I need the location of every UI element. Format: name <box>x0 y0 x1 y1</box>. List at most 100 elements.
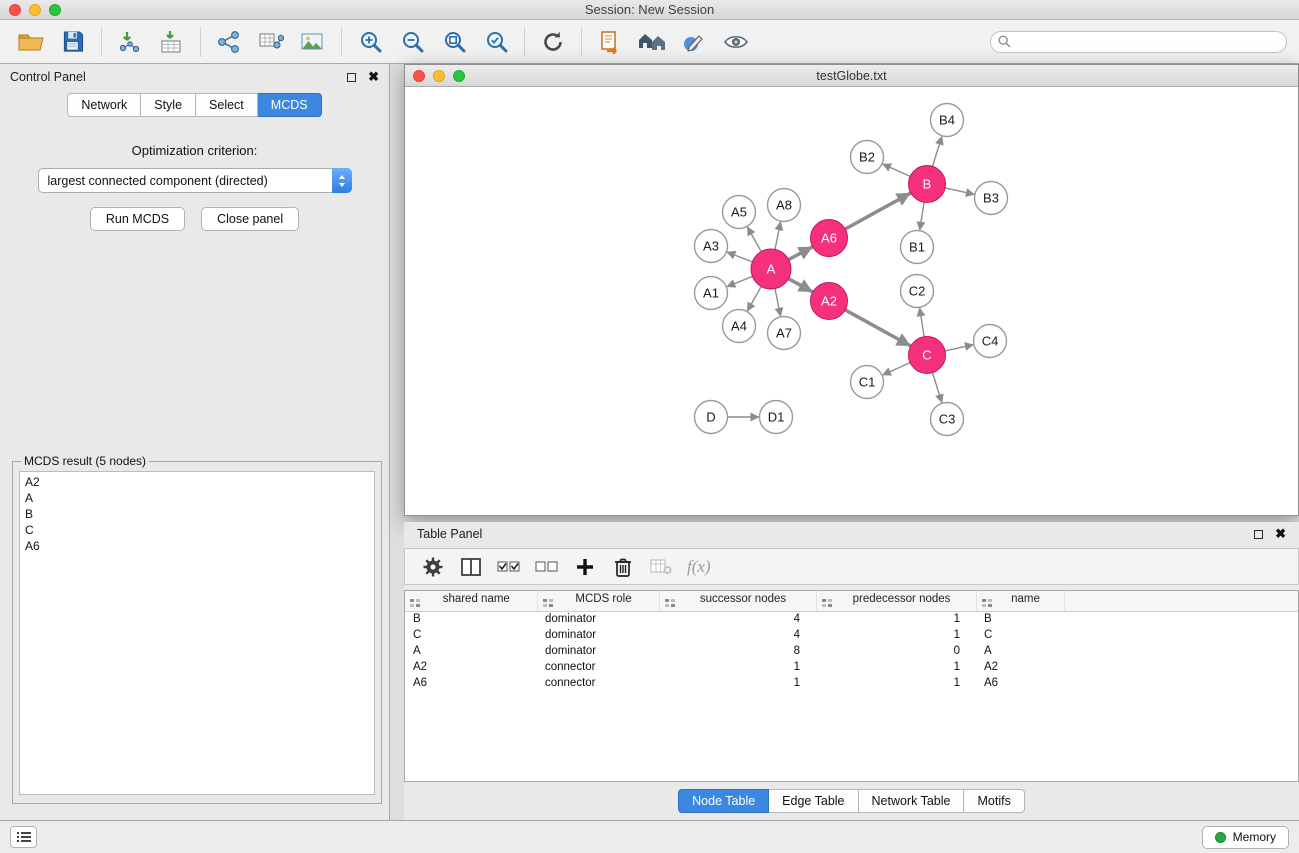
table-row[interactable]: Bdominator41B <box>405 611 1298 627</box>
tab-network-table[interactable]: Network Table <box>859 789 965 813</box>
edge-B-B4[interactable] <box>933 136 943 167</box>
node-C1[interactable]: C1 <box>851 366 884 399</box>
import-table-button[interactable] <box>151 23 193 61</box>
column-header-name[interactable]: name <box>976 591 1064 611</box>
deselect-all-button[interactable] <box>531 552 563 582</box>
import-network-button[interactable] <box>109 23 151 61</box>
edge-C-C4[interactable] <box>945 345 974 351</box>
node-B[interactable]: B <box>909 166 946 203</box>
run-mcds-button[interactable]: Run MCDS <box>90 207 185 231</box>
mcds-result-item[interactable]: B <box>25 506 369 522</box>
node-C[interactable]: C <box>909 337 946 374</box>
tab-network[interactable]: Network <box>67 93 141 117</box>
apply-layout-button[interactable] <box>532 23 574 61</box>
column-header-MCDS-role[interactable]: MCDS role <box>537 591 659 611</box>
tab-mcds[interactable]: MCDS <box>258 93 322 117</box>
new-network-button[interactable] <box>208 23 250 61</box>
search-input[interactable] <box>990 31 1287 53</box>
edge-A-A4[interactable] <box>747 286 761 311</box>
mcds-result-list[interactable]: A2ABCA6 <box>19 471 375 795</box>
tab-node-table[interactable]: Node Table <box>678 789 769 813</box>
mcds-result-item[interactable]: A6 <box>25 538 369 554</box>
edge-A-A2[interactable] <box>789 279 813 292</box>
add-column-button[interactable] <box>569 552 601 582</box>
dropdown-stepper[interactable] <box>332 168 352 193</box>
zoom-selected-button[interactable] <box>475 23 517 61</box>
node-A4[interactable]: A4 <box>723 310 756 343</box>
node-C4[interactable]: C4 <box>974 325 1007 358</box>
close-network-window-button[interactable] <box>413 70 425 82</box>
optimization-criterion-select[interactable]: largest connected component (directed) <box>38 168 352 193</box>
column-header-predecessor-nodes[interactable]: predecessor nodes <box>816 591 976 611</box>
table-row[interactable]: A2connector11A2 <box>405 659 1298 675</box>
zoom-out-button[interactable] <box>391 23 433 61</box>
node-B3[interactable]: B3 <box>975 182 1008 215</box>
edge-C-C1[interactable] <box>882 363 910 376</box>
home-button[interactable] <box>631 23 673 61</box>
minimize-window-button[interactable] <box>29 4 41 16</box>
node-D1[interactable]: D1 <box>760 401 793 434</box>
edge-A-A8[interactable] <box>775 221 781 249</box>
select-all-button[interactable] <box>493 552 525 582</box>
node-A[interactable]: A <box>751 249 791 289</box>
table-row[interactable]: Cdominator41C <box>405 627 1298 643</box>
node-C2[interactable]: C2 <box>901 275 934 308</box>
node-A7[interactable]: A7 <box>768 317 801 350</box>
show-columns-button[interactable] <box>455 552 487 582</box>
tab-select[interactable]: Select <box>196 93 258 117</box>
function-builder-button[interactable]: f(x) <box>687 557 711 577</box>
network-from-table-button[interactable] <box>250 23 292 61</box>
edge-B-B1[interactable] <box>920 202 925 230</box>
edge-C-C3[interactable] <box>933 373 943 404</box>
memory-button[interactable]: Memory <box>1202 826 1289 849</box>
edge-A-A5[interactable] <box>747 226 761 251</box>
task-history-button[interactable] <box>10 826 37 848</box>
annotation-mode-button[interactable] <box>673 23 715 61</box>
open-session-button[interactable] <box>10 23 52 61</box>
zoom-fit-button[interactable] <box>433 23 475 61</box>
delete-table-button[interactable] <box>645 552 677 582</box>
node-B4[interactable]: B4 <box>931 104 964 137</box>
tab-edge-table[interactable]: Edge Table <box>769 789 858 813</box>
tab-style[interactable]: Style <box>141 93 196 117</box>
edge-A-A6[interactable] <box>789 247 813 260</box>
export-image-button[interactable] <box>292 23 334 61</box>
node-A1[interactable]: A1 <box>695 277 728 310</box>
edge-A6-B[interactable] <box>845 193 911 229</box>
zoom-network-window-button[interactable] <box>453 70 465 82</box>
edge-A2-C[interactable] <box>845 310 911 346</box>
node-B2[interactable]: B2 <box>851 141 884 174</box>
float-table-panel-icon[interactable] <box>1254 530 1263 539</box>
edge-A-A3[interactable] <box>726 252 752 262</box>
node-D[interactable]: D <box>695 401 728 434</box>
tab-motifs[interactable]: Motifs <box>964 789 1024 813</box>
node-A3[interactable]: A3 <box>695 230 728 263</box>
table-row[interactable]: Adominator80A <box>405 643 1298 659</box>
node-A6[interactable]: A6 <box>811 220 848 257</box>
toggle-visibility-button[interactable] <box>715 23 757 61</box>
mcds-result-item[interactable]: A2 <box>25 474 369 490</box>
close-panel-button[interactable]: Close panel <box>201 207 299 231</box>
delete-column-button[interactable] <box>607 552 639 582</box>
close-table-panel-icon[interactable]: ✖ <box>1275 529 1286 539</box>
export-document-button[interactable] <box>589 23 631 61</box>
zoom-window-button[interactable] <box>49 4 61 16</box>
table-settings-button[interactable] <box>417 552 449 582</box>
node-A2[interactable]: A2 <box>811 283 848 320</box>
close-window-button[interactable] <box>9 4 21 16</box>
minimize-network-window-button[interactable] <box>433 70 445 82</box>
close-panel-icon[interactable]: ✖ <box>368 72 379 82</box>
edge-C-C2[interactable] <box>920 307 925 336</box>
mcds-result-item[interactable]: C <box>25 522 369 538</box>
node-C3[interactable]: C3 <box>931 403 964 436</box>
mcds-result-item[interactable]: A <box>25 490 369 506</box>
edge-A-A1[interactable] <box>726 276 752 286</box>
node-A5[interactable]: A5 <box>723 196 756 229</box>
zoom-in-button[interactable] <box>349 23 391 61</box>
column-header-shared-name[interactable]: shared name <box>405 591 537 611</box>
save-session-button[interactable] <box>52 23 94 61</box>
edge-A-A7[interactable] <box>775 289 781 317</box>
edge-B-B3[interactable] <box>945 188 975 195</box>
edge-B-B2[interactable] <box>882 164 910 177</box>
column-header-successor-nodes[interactable]: successor nodes <box>659 591 816 611</box>
